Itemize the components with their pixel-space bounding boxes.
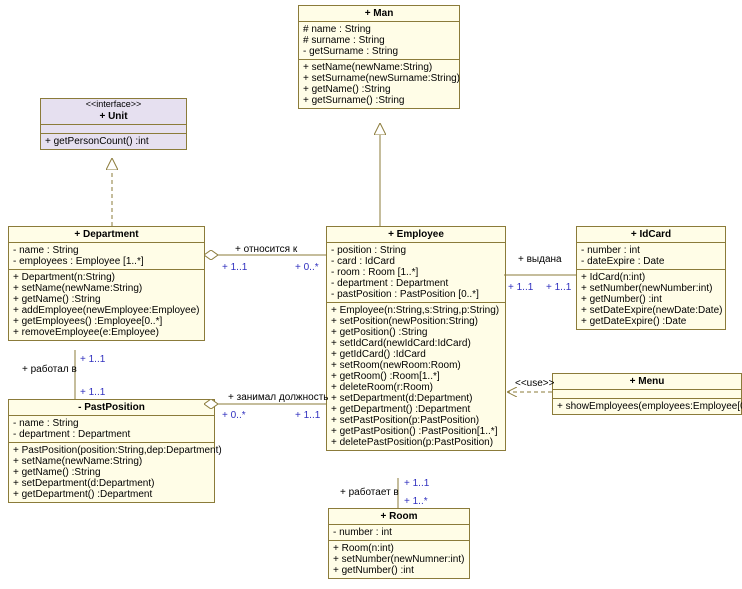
svg-text:+ 1..1: + 1..1 — [80, 354, 106, 365]
class-pastposition: - PastPosition - name : String - departm… — [8, 399, 215, 503]
svg-text:+ 1..1: + 1..1 — [80, 387, 106, 398]
class-department: + Department - name : String - employees… — [8, 226, 205, 341]
svg-text:+ 1..1: + 1..1 — [404, 478, 430, 489]
svg-text:+ работал в: + работал в — [22, 363, 77, 375]
svg-text:+ относится к: + относится к — [235, 244, 298, 255]
svg-text:+ 1..1: + 1..1 — [295, 410, 321, 421]
dep-title: + Department — [9, 227, 204, 243]
class-unit: <<interface>> + Unit + getPersonCount() … — [40, 98, 187, 150]
unit-title: + Unit — [41, 109, 186, 125]
svg-text:+ 0..*: + 0..* — [222, 410, 246, 421]
class-man: + Man # name : String # surname : String… — [298, 5, 460, 109]
man-title: + Man — [299, 6, 459, 22]
svg-text:+ 1..*: + 1..* — [404, 496, 428, 507]
emp-title: + Employee — [327, 227, 505, 243]
svg-text:+ выдана: + выдана — [518, 254, 562, 265]
pp-title: - PastPosition — [9, 400, 214, 416]
svg-text:+ 0..*: + 0..* — [295, 262, 319, 273]
svg-text:+ работает в: + работает в — [340, 486, 399, 498]
svg-text:+ 1..1: + 1..1 — [508, 282, 534, 293]
unit-stereo: <<interface>> — [41, 99, 186, 109]
class-menu: + Menu + showEmployees(employees:Employe… — [552, 373, 742, 415]
svg-text:<<use>>: <<use>> — [515, 378, 555, 389]
svg-text:+ 1..1: + 1..1 — [546, 282, 572, 293]
menu-title: + Menu — [553, 374, 741, 390]
id-title: + IdCard — [577, 227, 725, 243]
room-title: + Room — [329, 509, 469, 525]
svg-text:+ занимал должность: + занимал должность — [228, 392, 329, 403]
op: + getPersonCount() :int — [45, 136, 182, 147]
svg-text:+ 1..1: + 1..1 — [222, 262, 248, 273]
class-employee: + Employee - position : String - card : … — [326, 226, 506, 451]
class-idcard: + IdCard - number : int - dateExpire : D… — [576, 226, 726, 330]
class-room: + Room - number : int + Room(n:int) + se… — [328, 508, 470, 579]
